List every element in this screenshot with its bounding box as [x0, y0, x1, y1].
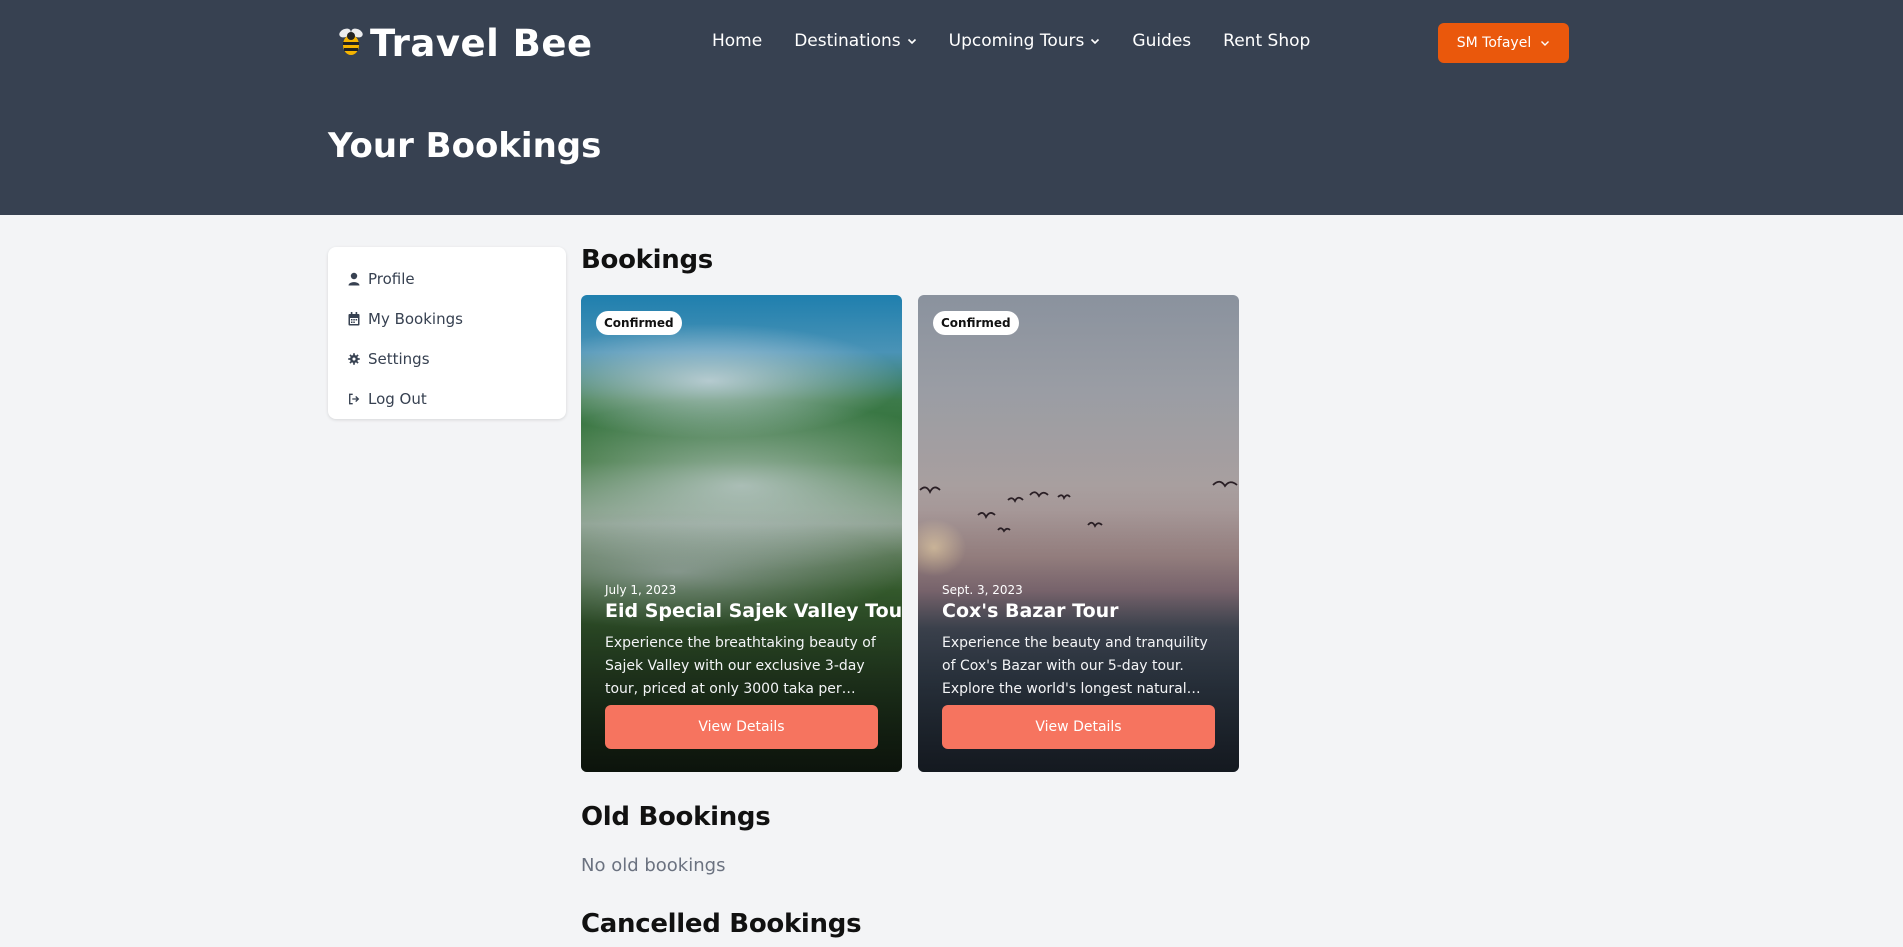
nav-guides[interactable]: Guides — [1132, 31, 1191, 51]
sidebar-item-profile[interactable]: Profile — [328, 259, 566, 299]
view-details-button[interactable]: View Details — [942, 705, 1215, 749]
user-menu-button[interactable]: SM Tofayel — [1438, 23, 1569, 63]
sidebar-item-settings[interactable]: Settings — [328, 339, 566, 379]
user-name: SM Tofayel — [1456, 35, 1532, 51]
view-details-button[interactable]: View Details — [605, 705, 878, 749]
calendar-icon — [348, 312, 360, 326]
sidebar-item-label: Settings — [368, 350, 430, 368]
nav-upcoming-tours-label: Upcoming Tours — [948, 31, 1085, 51]
booking-card[interactable]: Confirmed July 1, 2023 Eid Special Sajek… — [581, 295, 902, 772]
card-image-overlay — [918, 295, 1239, 772]
card-title: Cox's Bazar Tour — [942, 600, 1119, 622]
nav-guides-label: Guides — [1132, 31, 1192, 51]
brand-name: Travel Bee — [370, 22, 593, 65]
nav-upcoming-tours[interactable]: Upcoming Tours — [949, 31, 1101, 51]
nav-destinations-label: Destinations — [794, 31, 901, 51]
sidebar-item-my-bookings[interactable]: My Bookings — [328, 299, 566, 339]
nav-destinations[interactable]: Destinations — [794, 31, 916, 51]
card-date: July 1, 2023 — [605, 583, 677, 597]
card-description: Experience the beauty and tranquility of… — [942, 635, 1208, 697]
booking-card[interactable]: Confirmed Sept. 3, 2023 Cox's Bazar Tour… — [918, 295, 1239, 772]
card-description: Experience the breathtaking beauty of Sa… — [605, 635, 876, 697]
card-date: Sept. 3, 2023 — [942, 583, 1023, 597]
page-header: Travel Bee Home Destinations Upcoming To… — [0, 0, 1903, 215]
navbar: Travel Bee Home Destinations Upcoming To… — [0, 0, 1903, 86]
bookings-heading: Bookings — [581, 245, 713, 275]
status-badge: Confirmed — [933, 311, 1019, 335]
user-icon — [348, 272, 360, 286]
sidebar-item-label: Profile — [368, 270, 415, 288]
gear-icon — [348, 353, 360, 365]
booking-cards: Confirmed July 1, 2023 Eid Special Sajek… — [581, 295, 1239, 772]
sidebar-item-label: Log Out — [368, 390, 427, 408]
sidebar-item-label: My Bookings — [368, 310, 463, 328]
nav-home-label: Home — [712, 31, 763, 51]
main-nav: Home Destinations Upcoming Tours Guides … — [712, 31, 1310, 51]
bookings-content: Bookings Confirmed July 1, 2023 Eid Spec… — [581, 245, 1239, 939]
status-badge: Confirmed — [596, 311, 682, 335]
sidebar-item-log-out[interactable]: Log Out — [328, 379, 566, 419]
logout-icon — [349, 393, 360, 405]
chevron-down-icon — [1091, 38, 1100, 45]
chevron-down-icon — [907, 38, 916, 45]
nav-home[interactable]: Home — [712, 31, 762, 51]
old-bookings-empty-text: No old bookings — [581, 855, 726, 876]
nav-rent-shop-label: Rent Shop — [1223, 31, 1311, 51]
chevron-down-icon — [1541, 41, 1550, 46]
card-image-overlay — [581, 295, 902, 772]
logo[interactable]: Travel Bee — [336, 22, 593, 65]
nav-rent-shop[interactable]: Rent Shop — [1223, 31, 1310, 51]
card-title: Eid Special Sajek Valley Tour — [605, 600, 902, 622]
bee-icon — [336, 26, 366, 62]
page-title: Your Bookings — [328, 126, 602, 166]
old-bookings-heading: Old Bookings — [581, 802, 771, 832]
cancelled-bookings-heading: Cancelled Bookings — [581, 909, 862, 939]
account-sidebar: Profile My Bookings Settings Log Out — [328, 247, 566, 419]
